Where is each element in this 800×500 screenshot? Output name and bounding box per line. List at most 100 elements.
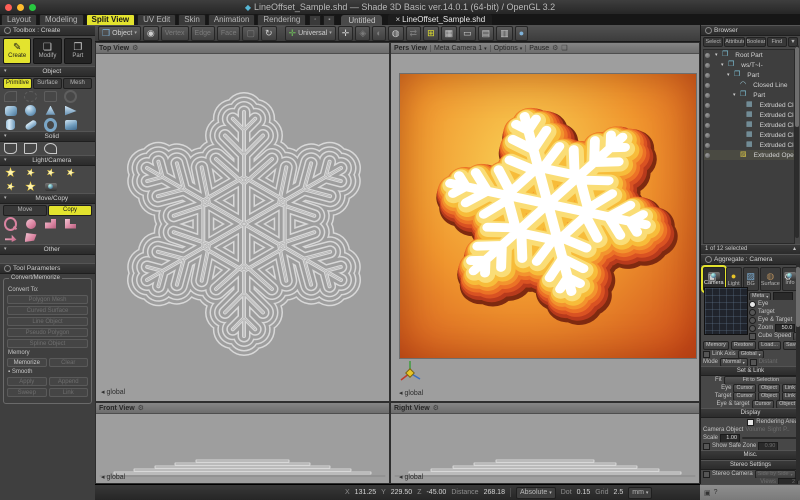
marquee-select-button[interactable]: ▢ (242, 26, 259, 41)
convert-spline-object-button[interactable]: Spline Object (7, 339, 88, 348)
toolbox-tab-modify[interactable]: ❏Modify (33, 38, 61, 64)
sync-icon[interactable]: ⇄ (406, 26, 422, 41)
eye-target-cursor-button[interactable]: Cursor (752, 400, 775, 408)
top-viewport[interactable]: Top View ⚙ ◂global (95, 42, 390, 402)
browser-tree-item[interactable]: Part (704, 90, 794, 100)
section-other[interactable]: ▾Other (0, 244, 95, 255)
sphere-icon[interactable] (24, 105, 37, 116)
visibility-dot[interactable] (705, 153, 710, 158)
disc-tool-icon[interactable] (4, 91, 17, 102)
expand-arrow-icon[interactable] (733, 92, 738, 98)
eye-object-button[interactable]: Object (758, 384, 780, 392)
convert-line-object-button[interactable]: Line Object (7, 317, 88, 326)
target-radio-row[interactable]: Target (747, 308, 800, 316)
rendering-area-checkbox[interactable] (747, 419, 754, 426)
zoom-radio-row[interactable]: Zoom50.0 (747, 324, 800, 332)
cylinder-icon[interactable] (4, 119, 17, 130)
section-object[interactable]: ▾Object (0, 66, 95, 77)
load-button[interactable]: Load... (758, 341, 781, 350)
browser-tree-item[interactable]: ws/T~I- (704, 60, 794, 70)
skeleton-icon[interactable]: ✛ (338, 26, 354, 41)
browser-scrollbar[interactable] (795, 45, 799, 238)
eye-target-radio-row[interactable]: Eye & Target (747, 316, 800, 324)
target-radio[interactable] (749, 309, 756, 316)
browser-tree-item[interactable]: Closed Line (704, 80, 794, 90)
box-icon[interactable] (64, 119, 77, 130)
target-object-button[interactable]: Object (758, 392, 780, 400)
panel-collapse-icon[interactable] (4, 265, 11, 272)
browser-tree-item[interactable]: Root Part (704, 50, 794, 60)
section-solid[interactable]: ▾Solid (0, 131, 95, 142)
h-split-view-icon[interactable]: ▤ (478, 26, 495, 41)
cone-icon[interactable] (44, 105, 57, 116)
pers-viewport[interactable]: Pers View Meta Camera 1 ▾ Options ▾ Paus… (390, 42, 700, 402)
sun-light-icon[interactable] (4, 167, 17, 178)
vertex-mode-button[interactable]: Vertex (161, 26, 189, 41)
browser-tab-boolean[interactable]: Boolean (746, 37, 766, 47)
view-selector[interactable]: Top View (99, 45, 129, 52)
camera-object-icon[interactable] (44, 181, 57, 192)
set-link-section-header[interactable]: Set & Link (701, 366, 800, 376)
zoom-value-field[interactable]: 50.0 (775, 324, 795, 332)
pose-icon[interactable]: ◈ (355, 26, 370, 41)
rounded-cube-icon[interactable] (4, 105, 17, 116)
browser-tree-item[interactable]: Extruded Closed (704, 100, 794, 110)
face-mode-button[interactable]: Face (217, 26, 241, 41)
expand-arrow-icon[interactable] (715, 52, 720, 58)
camera-mode-button[interactable]: ◉ (143, 26, 159, 41)
tab-primitive[interactable]: Primitive (3, 78, 32, 89)
visibility-dot[interactable] (705, 63, 710, 68)
gear-icon[interactable]: ⚙ (132, 44, 138, 52)
panel-collapse-icon[interactable] (705, 256, 712, 263)
torus-icon[interactable] (44, 119, 57, 130)
view-selector[interactable]: Right View (394, 405, 430, 412)
browser-tree-item[interactable]: Extruded Open Line (704, 150, 794, 160)
aggregate-scrollbar[interactable] (796, 263, 800, 481)
right-viewport[interactable]: Right View ⚙ ◂global (390, 402, 700, 484)
solid-intersect-icon[interactable] (44, 143, 57, 154)
zoom-radio[interactable] (749, 325, 756, 332)
visibility-dot[interactable] (705, 143, 710, 148)
rect-tool-icon[interactable] (44, 91, 57, 102)
scale-field[interactable]: 1.00 (720, 434, 740, 442)
section-move-copy[interactable]: ▾Move/Copy (0, 193, 95, 204)
target-cursor-button[interactable]: Cursor (733, 392, 756, 400)
browser-tree-item[interactable]: Part (704, 70, 794, 80)
safe-zone-checkbox[interactable] (703, 443, 710, 450)
browser-tree-item[interactable]: Extruded Closed (704, 110, 794, 120)
unit-dropdown[interactable]: mm▾ (628, 487, 652, 499)
workspace-extra-button-2[interactable]: ▪ (323, 15, 335, 26)
expand-arrow-icon[interactable] (727, 72, 732, 78)
oblique-block-icon[interactable] (24, 119, 37, 130)
magnify-copy-icon[interactable] (4, 218, 17, 229)
zoom-window-button[interactable] (29, 4, 36, 11)
camera-selector[interactable]: Meta Camera 1 ▾ (430, 45, 487, 52)
visibility-dot[interactable] (705, 73, 710, 78)
stereo-mode-dropdown[interactable]: Side by Side▾ (755, 470, 796, 478)
mode-dropdown[interactable]: Normal▾ (720, 358, 748, 366)
grid-view-icon[interactable]: ▦ (441, 26, 458, 41)
view-selector[interactable]: Front View (99, 405, 135, 412)
globe-icon[interactable]: ◍ (388, 26, 404, 41)
visibility-dot[interactable] (705, 103, 710, 108)
distant-checkbox[interactable] (750, 359, 757, 366)
link-axis-checkbox[interactable] (703, 351, 710, 358)
smooth-append-button[interactable]: Append (49, 377, 89, 386)
display-section-header[interactable]: Display (701, 408, 800, 418)
scale-slider[interactable] (742, 437, 798, 439)
up-icon[interactable]: ▴ (793, 245, 796, 254)
section-light-camera[interactable]: ▾Light/Camera (0, 155, 95, 166)
eye-radio[interactable] (749, 301, 756, 308)
eye-target-radio[interactable] (749, 317, 756, 324)
close-doc-icon[interactable]: × (395, 15, 400, 24)
browser-tab-find[interactable]: Find (767, 37, 787, 47)
panel-collapse-icon[interactable] (4, 27, 11, 34)
convert-pseudo-polygon-button[interactable]: Pseudo Polygon (7, 328, 88, 337)
flame-light-icon[interactable] (24, 181, 37, 192)
tab-move[interactable]: Move (3, 205, 47, 216)
edge-mode-button[interactable]: Edge (191, 26, 215, 41)
shaded-display-icon[interactable]: ● (515, 26, 528, 41)
universal-manipulator-button[interactable]: ✛Universal▾ (285, 26, 336, 41)
v-split-view-icon[interactable]: ▥ (496, 26, 513, 41)
close-window-button[interactable] (5, 4, 12, 11)
